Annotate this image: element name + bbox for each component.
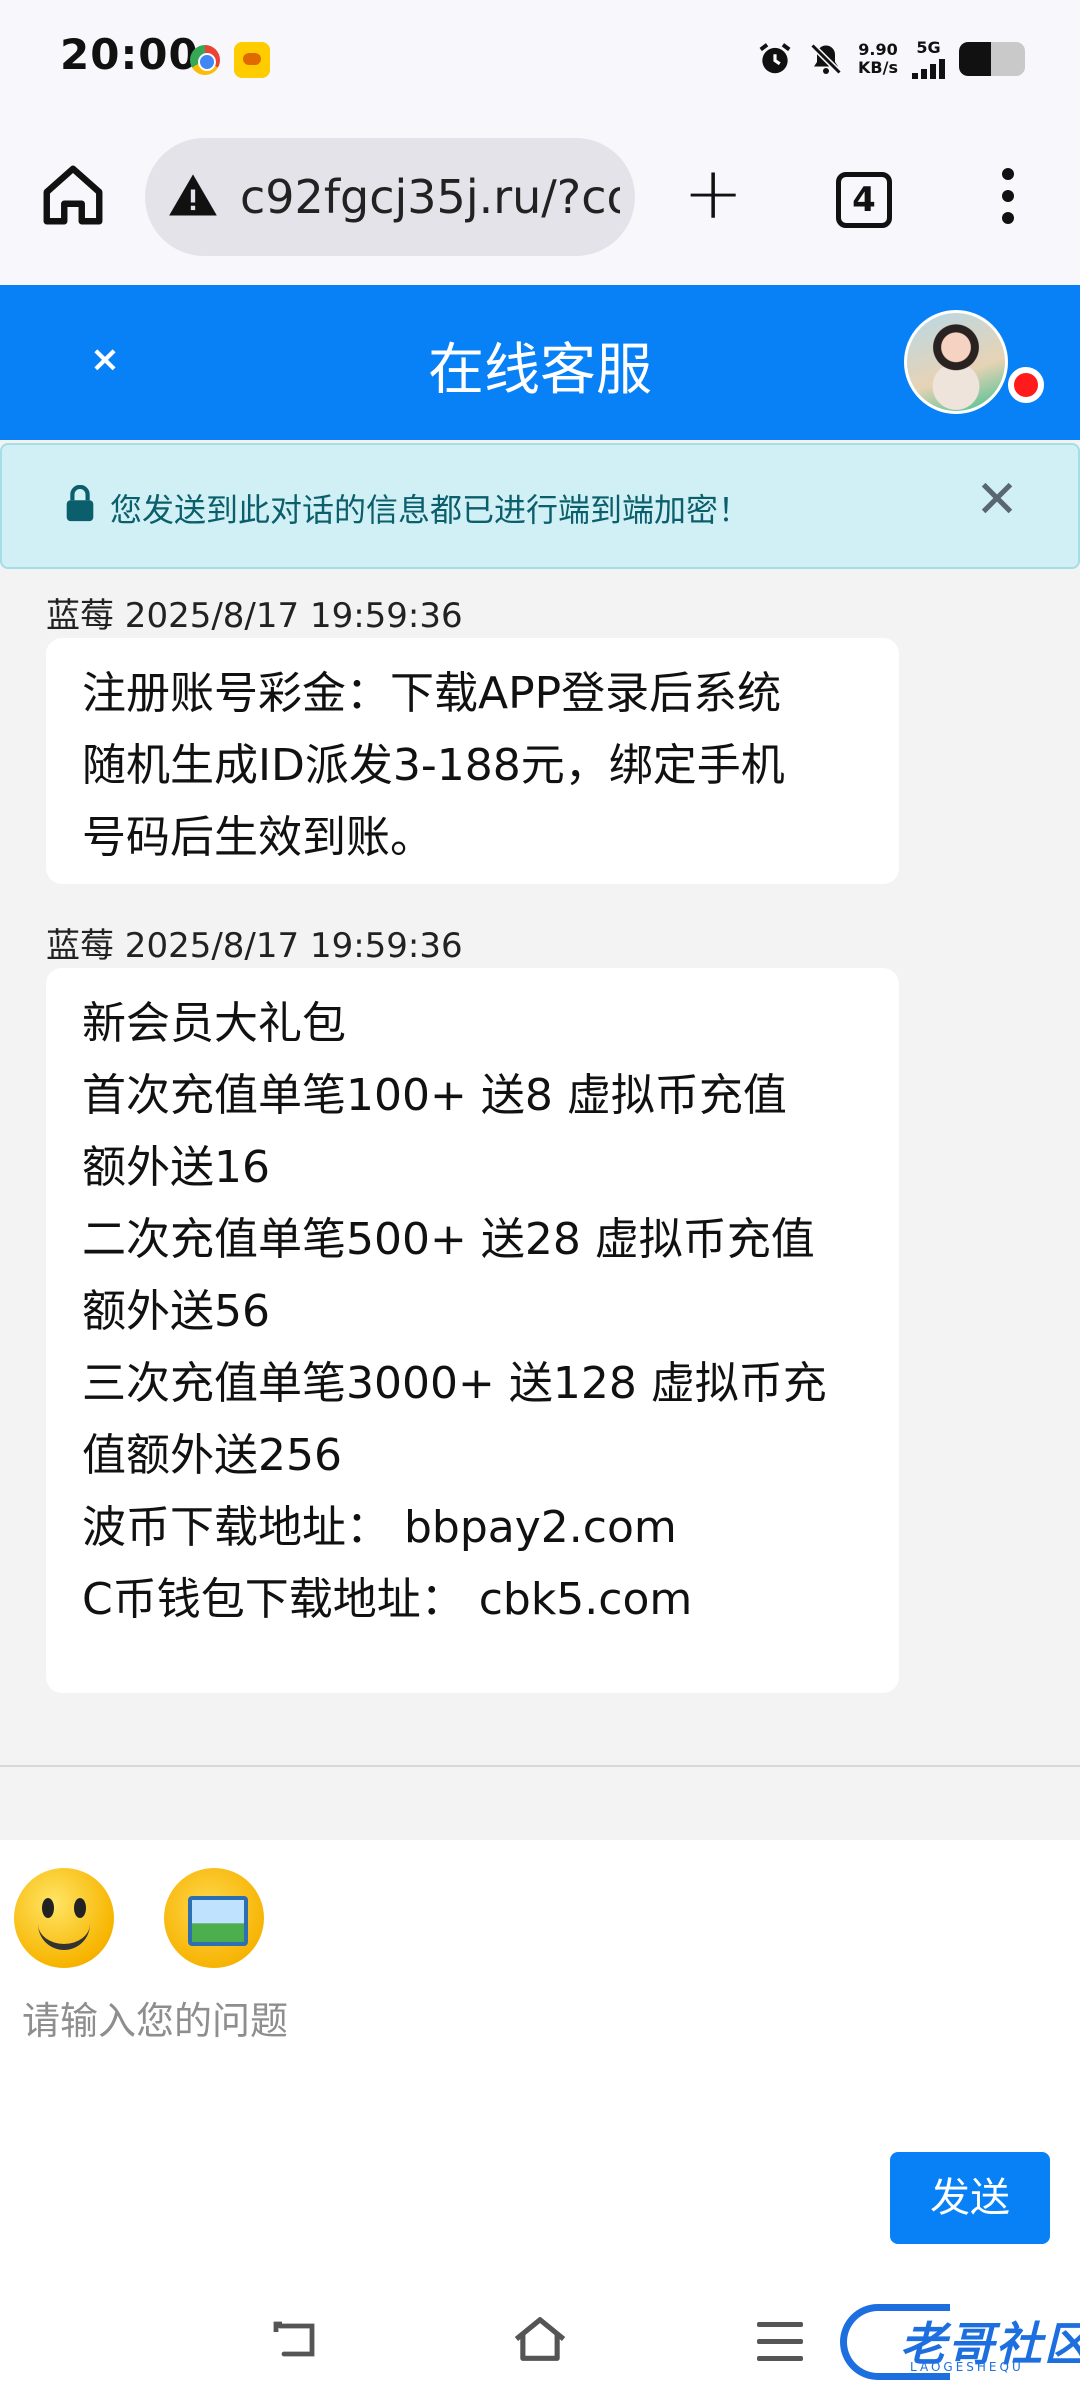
message-line: 波币下载地址： bbpay2.com	[82, 1502, 677, 1553]
watermark-logo: 老哥社区 LAOGESHEQU	[840, 2300, 1080, 2380]
message-line: 二次充值单笔500+ 送28 虚拟币充值	[82, 1214, 815, 1265]
browser-toolbar: c92fgcj35j.ru/?co + 4	[0, 120, 1080, 285]
back-icon[interactable]	[270, 2316, 322, 2364]
message-line: 号码后生效到账。	[82, 812, 434, 863]
address-bar[interactable]: c92fgcj35j.ru/?co	[145, 138, 635, 256]
network-type: 5G	[916, 38, 941, 57]
message-line: C币钱包下载地址： cbk5.com	[82, 1574, 693, 1625]
message-bubble: 新会员大礼包 首次充值单笔100+ 送8 虚拟币充值 额外送16 二次充值单笔5…	[46, 968, 899, 1693]
recents-icon[interactable]	[757, 2322, 803, 2362]
encryption-notice: 您发送到此对话的信息都已进行端到端加密！ ✕	[0, 443, 1080, 569]
message-line: 三次充值单笔3000+ 送128 虚拟币充	[82, 1358, 827, 1409]
chat-header: × 在线客服	[0, 285, 1080, 440]
status-time: 20:00	[60, 30, 199, 79]
signal-icon	[912, 57, 945, 79]
tabs-icon[interactable]: 4	[836, 172, 892, 228]
agent-avatar	[904, 310, 1008, 414]
alarm-icon	[759, 43, 791, 74]
new-tab-button[interactable]: +	[683, 157, 743, 229]
message-line: 额外送16	[82, 1142, 270, 1193]
notice-text: 您发送到此对话的信息都已进行端到端加密！	[110, 491, 751, 529]
url-text[interactable]: c92fgcj35j.ru/?co	[240, 170, 620, 224]
close-notice-button[interactable]: ✕	[972, 474, 1022, 526]
emoji-icon[interactable]	[14, 1868, 114, 1968]
signal-group: 5G	[912, 39, 945, 79]
send-button[interactable]: 发送	[890, 2152, 1050, 2244]
message-line: 额外送56	[82, 1286, 270, 1337]
lock-icon	[66, 485, 94, 522]
more-vert-icon[interactable]	[1000, 168, 1016, 228]
message-input[interactable]	[22, 1990, 1052, 2140]
message-line: 随机生成ID派发3-188元，绑定手机	[82, 740, 785, 791]
net-speed: 9.90 KB/s	[858, 41, 898, 77]
message-meta: 蓝莓 2025/8/17 19:59:36	[46, 926, 463, 966]
home-icon[interactable]	[38, 160, 108, 230]
watermark-sub: LAOGESHEQU	[910, 2360, 1024, 2374]
bell-off-icon	[810, 43, 842, 75]
system-nav-bar: 老哥社区 LAOGESHEQU	[0, 2280, 1080, 2400]
warning-icon[interactable]	[167, 170, 219, 222]
message-bubble: 注册账号彩金：下载APP登录后系统 随机生成ID派发3-188元，绑定手机 号码…	[46, 638, 899, 884]
message-meta: 蓝莓 2025/8/17 19:59:36	[46, 596, 463, 636]
duck-app-icon	[234, 42, 270, 78]
chrome-icon	[190, 45, 220, 75]
status-dot	[1008, 367, 1044, 403]
status-bar: 20:00 9.90 KB/s 5G	[0, 0, 1080, 120]
message-line: 首次充值单笔100+ 送8 虚拟币充值	[82, 1070, 787, 1121]
home-nav-icon[interactable]	[510, 2312, 570, 2366]
status-icons: 9.90 KB/s 5G	[756, 34, 1025, 84]
message-line: 注册账号彩金：下载APP登录后系统	[82, 668, 782, 719]
image-upload-icon[interactable]	[164, 1868, 264, 1968]
message-line: 新会员大礼包	[82, 998, 346, 1049]
net-speed-unit: KB/s	[858, 58, 898, 77]
battery-icon	[959, 42, 1025, 76]
net-speed-value: 9.90	[858, 40, 898, 59]
input-area: 发送	[0, 1840, 1080, 2280]
divider	[0, 1765, 1080, 1767]
message-line: 值额外送256	[82, 1430, 342, 1481]
